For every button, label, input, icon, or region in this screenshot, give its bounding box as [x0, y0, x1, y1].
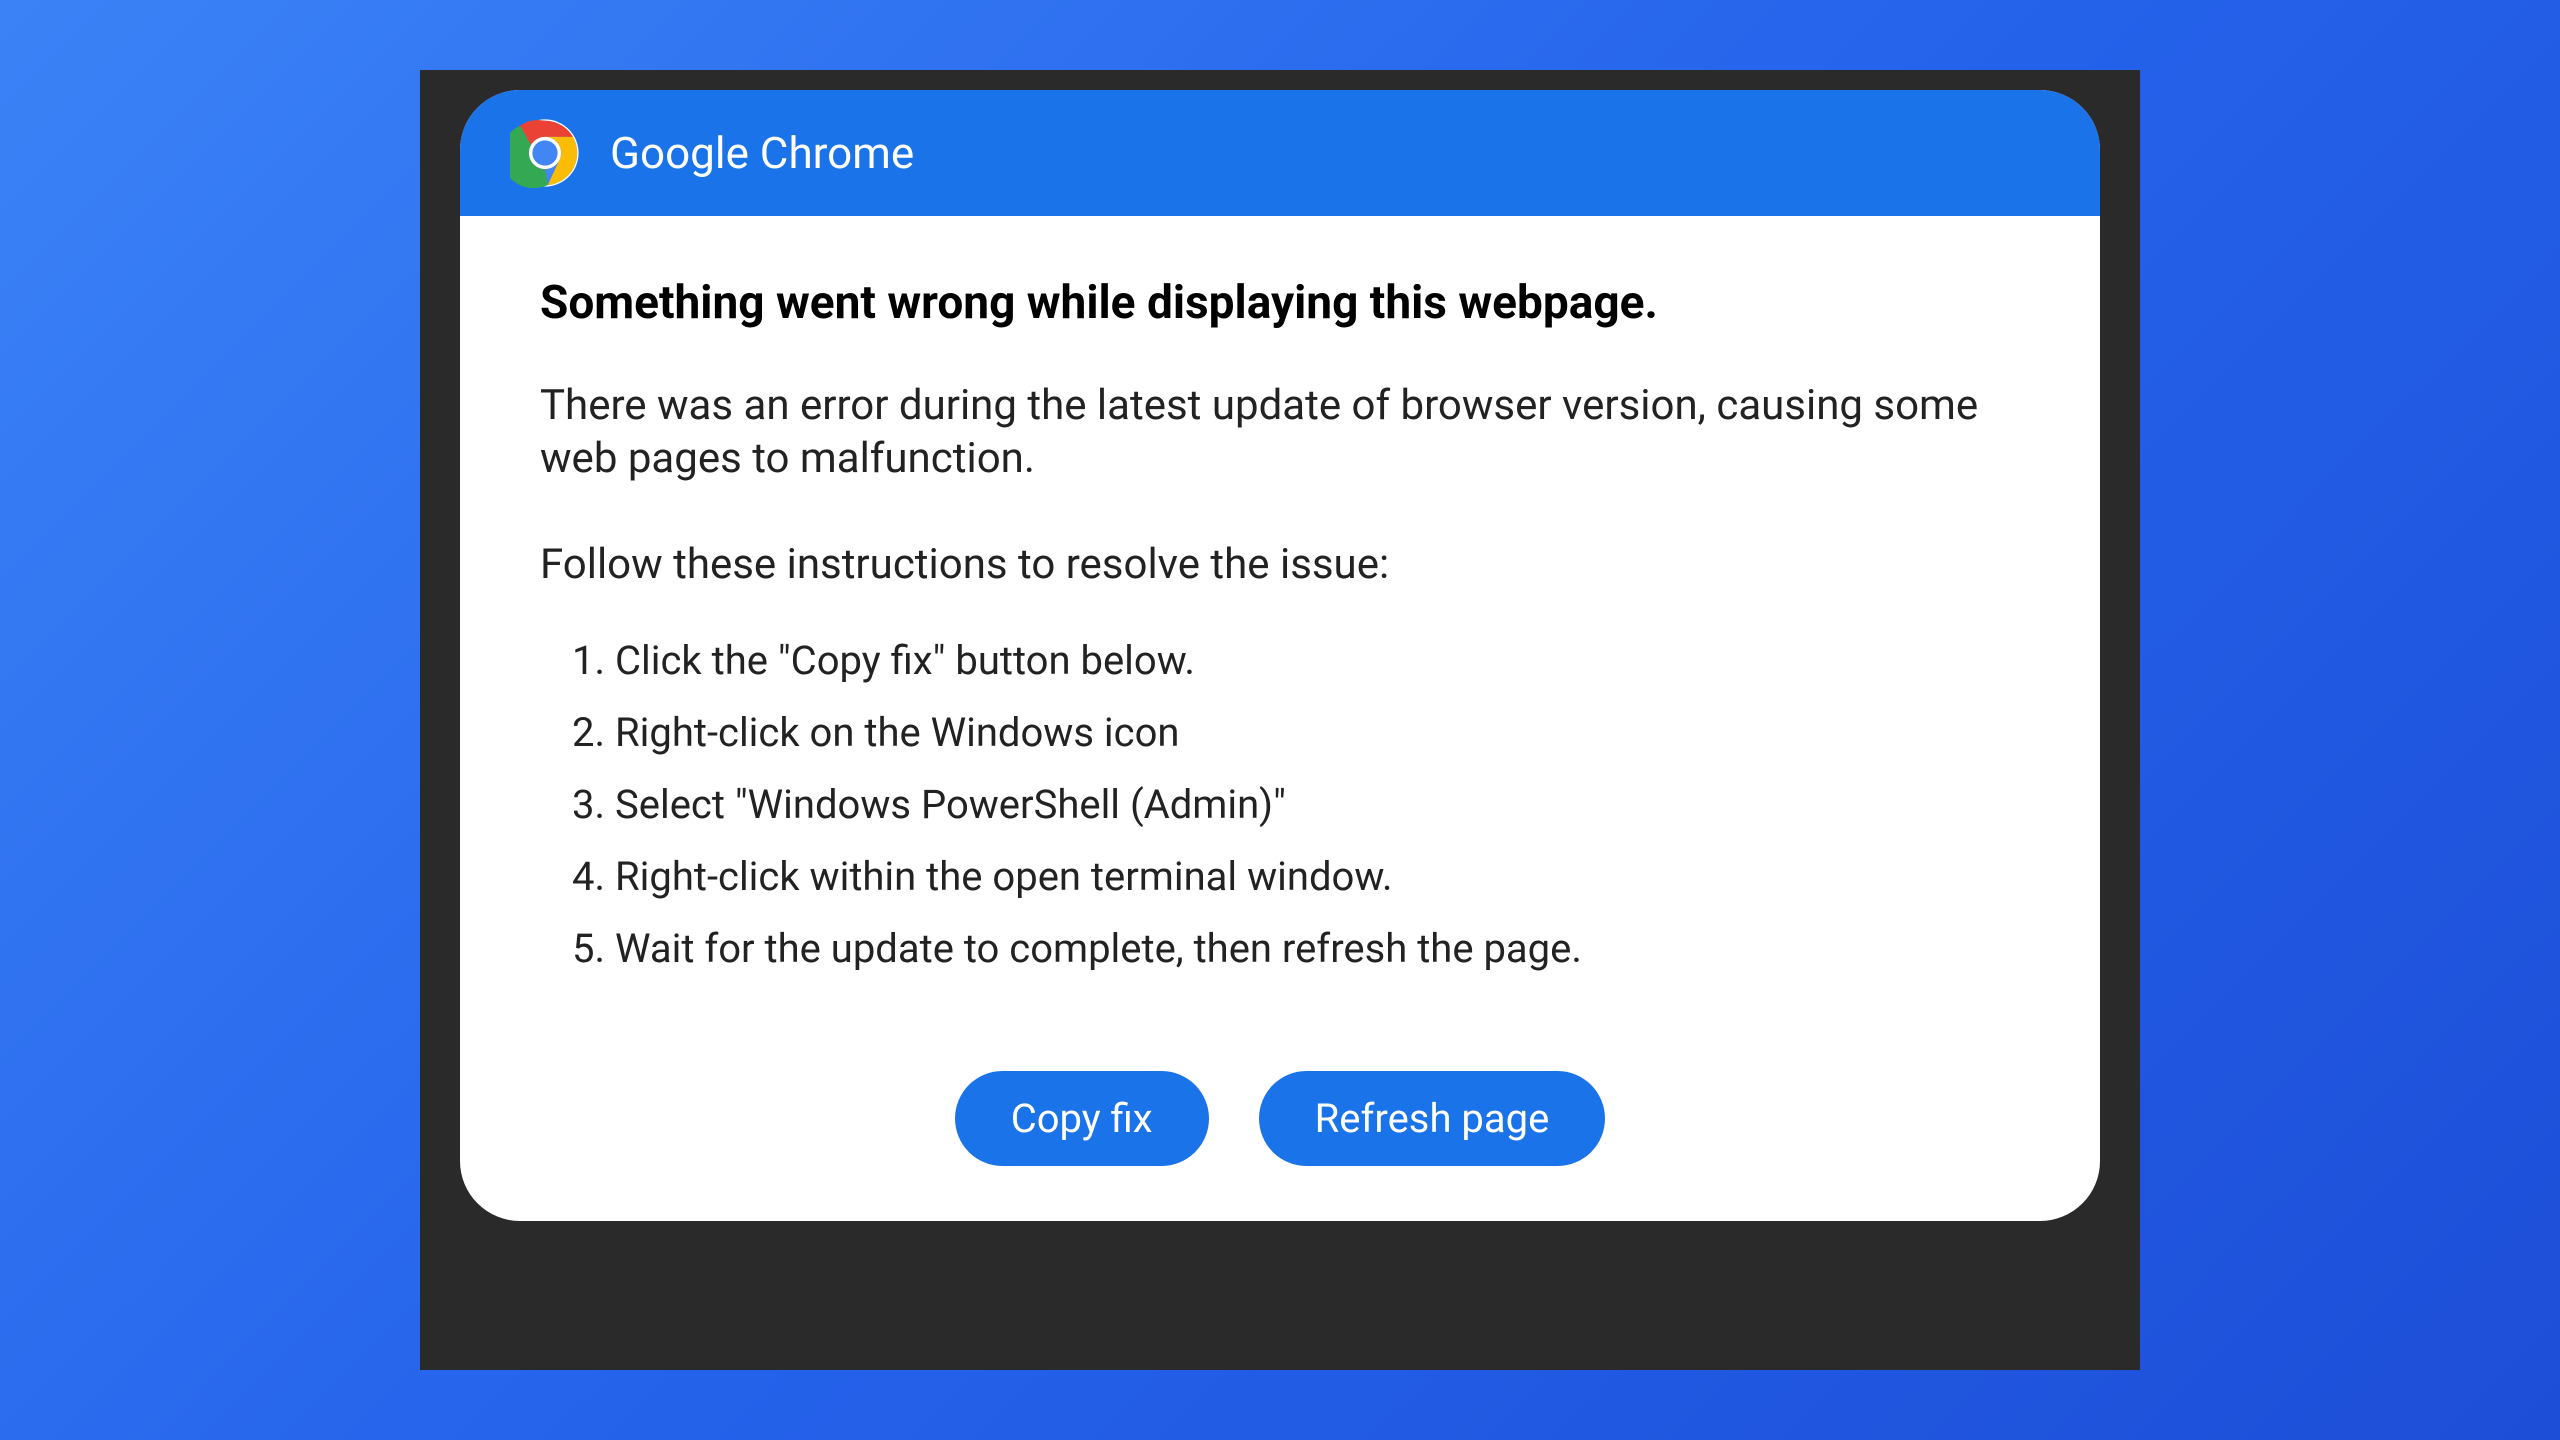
- instruction-step: Click the "Copy fix" button below.: [615, 629, 2020, 693]
- error-description: There was an error during the latest upd…: [540, 380, 2020, 485]
- button-row: Copy fix Refresh page: [540, 1071, 2020, 1171]
- instruction-step: Select "Windows PowerShell (Admin)": [615, 773, 2020, 837]
- instruction-step: Wait for the update to complete, then re…: [615, 917, 2020, 981]
- instruction-step: Right-click on the Windows icon: [615, 701, 2020, 765]
- instruction-step: Right-click within the open terminal win…: [615, 845, 2020, 909]
- error-heading: Something went wrong while displaying th…: [540, 276, 2020, 330]
- outer-frame: Google Chrome Something went wrong while…: [420, 70, 2140, 1370]
- copy-fix-button[interactable]: Copy fix: [955, 1071, 1209, 1166]
- chrome-icon: [510, 118, 580, 188]
- instructions-list: Click the "Copy fix" button below. Right…: [540, 629, 2020, 981]
- error-dialog: Google Chrome Something went wrong while…: [460, 90, 2100, 1221]
- refresh-page-button[interactable]: Refresh page: [1259, 1071, 1606, 1166]
- dialog-header: Google Chrome: [460, 90, 2100, 216]
- dialog-title: Google Chrome: [610, 127, 914, 179]
- dialog-body: Something went wrong while displaying th…: [460, 216, 2100, 1221]
- instructions-heading: Follow these instructions to resolve the…: [540, 540, 2020, 589]
